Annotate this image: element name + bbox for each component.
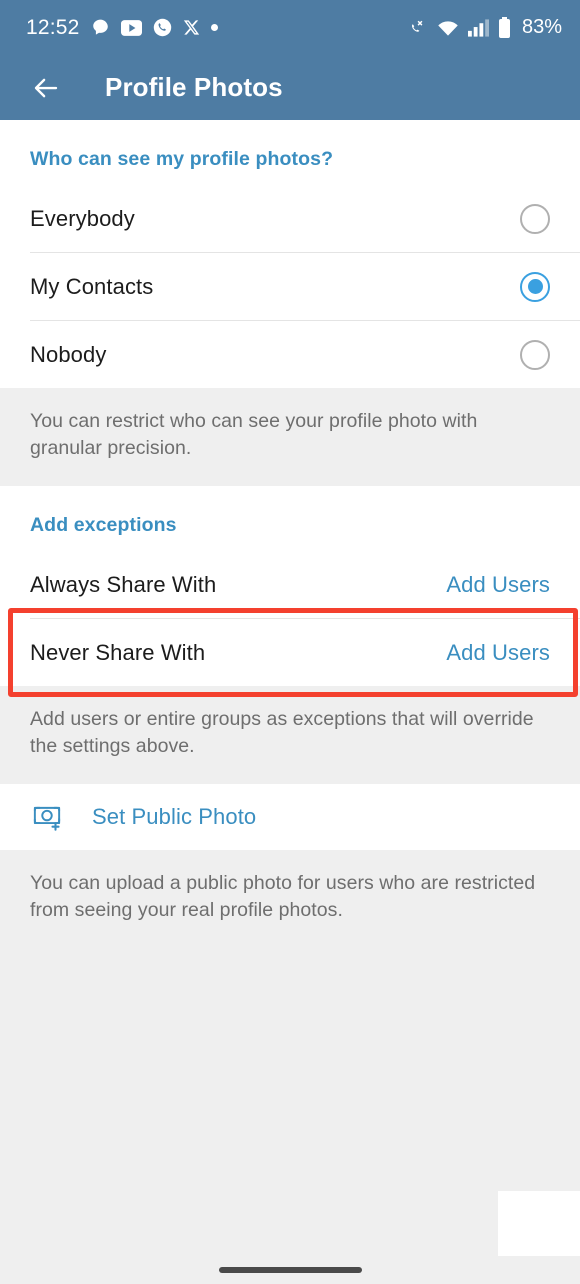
dot-icon — [210, 24, 218, 31]
never-share-with-highlight-wrapper: Never Share With Add Users — [0, 608, 580, 697]
radio-nobody[interactable] — [520, 339, 550, 370]
wifi-icon — [437, 19, 459, 37]
back-arrow-icon[interactable] — [26, 68, 66, 108]
status-bar: 12:52 83% — [0, 0, 580, 55]
exceptions-footnote: Add users or entire groups as exceptions… — [0, 686, 580, 784]
exceptions-card: Add exceptions Always Share With Add Use… — [0, 486, 580, 697]
app-toolbar: Profile Photos — [0, 55, 580, 120]
x-twitter-icon — [183, 19, 200, 36]
visibility-card: Who can see my profile photos? Everybody… — [0, 120, 580, 388]
chat-bubble-icon — [91, 18, 110, 37]
battery-percent-label: 83% — [521, 16, 562, 38]
camera-add-icon — [30, 800, 64, 834]
option-row-my-contacts[interactable]: My Contacts — [0, 253, 580, 320]
settings-content: Who can see my profile photos? Everybody… — [0, 120, 580, 1284]
public-photo-footnote: You can upload a public photo for users … — [0, 850, 580, 948]
radio-my-contacts[interactable] — [520, 271, 550, 302]
exceptions-section-header: Add exceptions — [30, 514, 177, 536]
never-share-with-row[interactable]: Never Share With Add Users — [0, 619, 580, 686]
page-title: Profile Photos — [105, 72, 283, 102]
never-share-add-users-button[interactable]: Add Users — [446, 640, 550, 666]
radio-everybody[interactable] — [520, 203, 550, 234]
option-label: My Contacts — [30, 273, 154, 299]
visibility-section-header: Who can see my profile photos? — [30, 148, 334, 170]
option-row-nobody[interactable]: Nobody — [0, 321, 580, 388]
option-label: Everybody — [30, 205, 135, 231]
system-navigation-bar — [0, 1256, 580, 1284]
signal-icon — [467, 18, 489, 37]
status-bar-left: 12:52 — [26, 16, 407, 40]
youtube-icon — [120, 19, 142, 36]
option-row-everybody[interactable]: Everybody — [0, 185, 580, 252]
status-bar-clock: 12:52 — [26, 15, 80, 39]
never-share-with-label: Never Share With — [30, 639, 206, 665]
set-public-photo-row[interactable]: Set Public Photo — [0, 784, 580, 850]
visibility-footnote: You can restrict who can see your profil… — [0, 388, 580, 486]
option-label: Nobody — [30, 341, 107, 367]
always-share-with-row[interactable]: Always Share With Add Users — [0, 551, 580, 618]
gesture-home-pill[interactable] — [218, 1267, 362, 1273]
public-photo-card: Set Public Photo — [0, 784, 580, 850]
battery-icon — [498, 17, 511, 38]
always-share-with-label: Always Share With — [30, 571, 217, 597]
always-share-add-users-button[interactable]: Add Users — [446, 572, 550, 598]
set-public-photo-label: Set Public Photo — [92, 804, 257, 829]
call-mute-icon — [407, 18, 428, 37]
phone-circle-icon — [153, 18, 172, 37]
phone-screen: 12:52 83% Profile Photos Who can see my … — [0, 0, 580, 1284]
status-bar-right: 83% — [407, 16, 562, 39]
